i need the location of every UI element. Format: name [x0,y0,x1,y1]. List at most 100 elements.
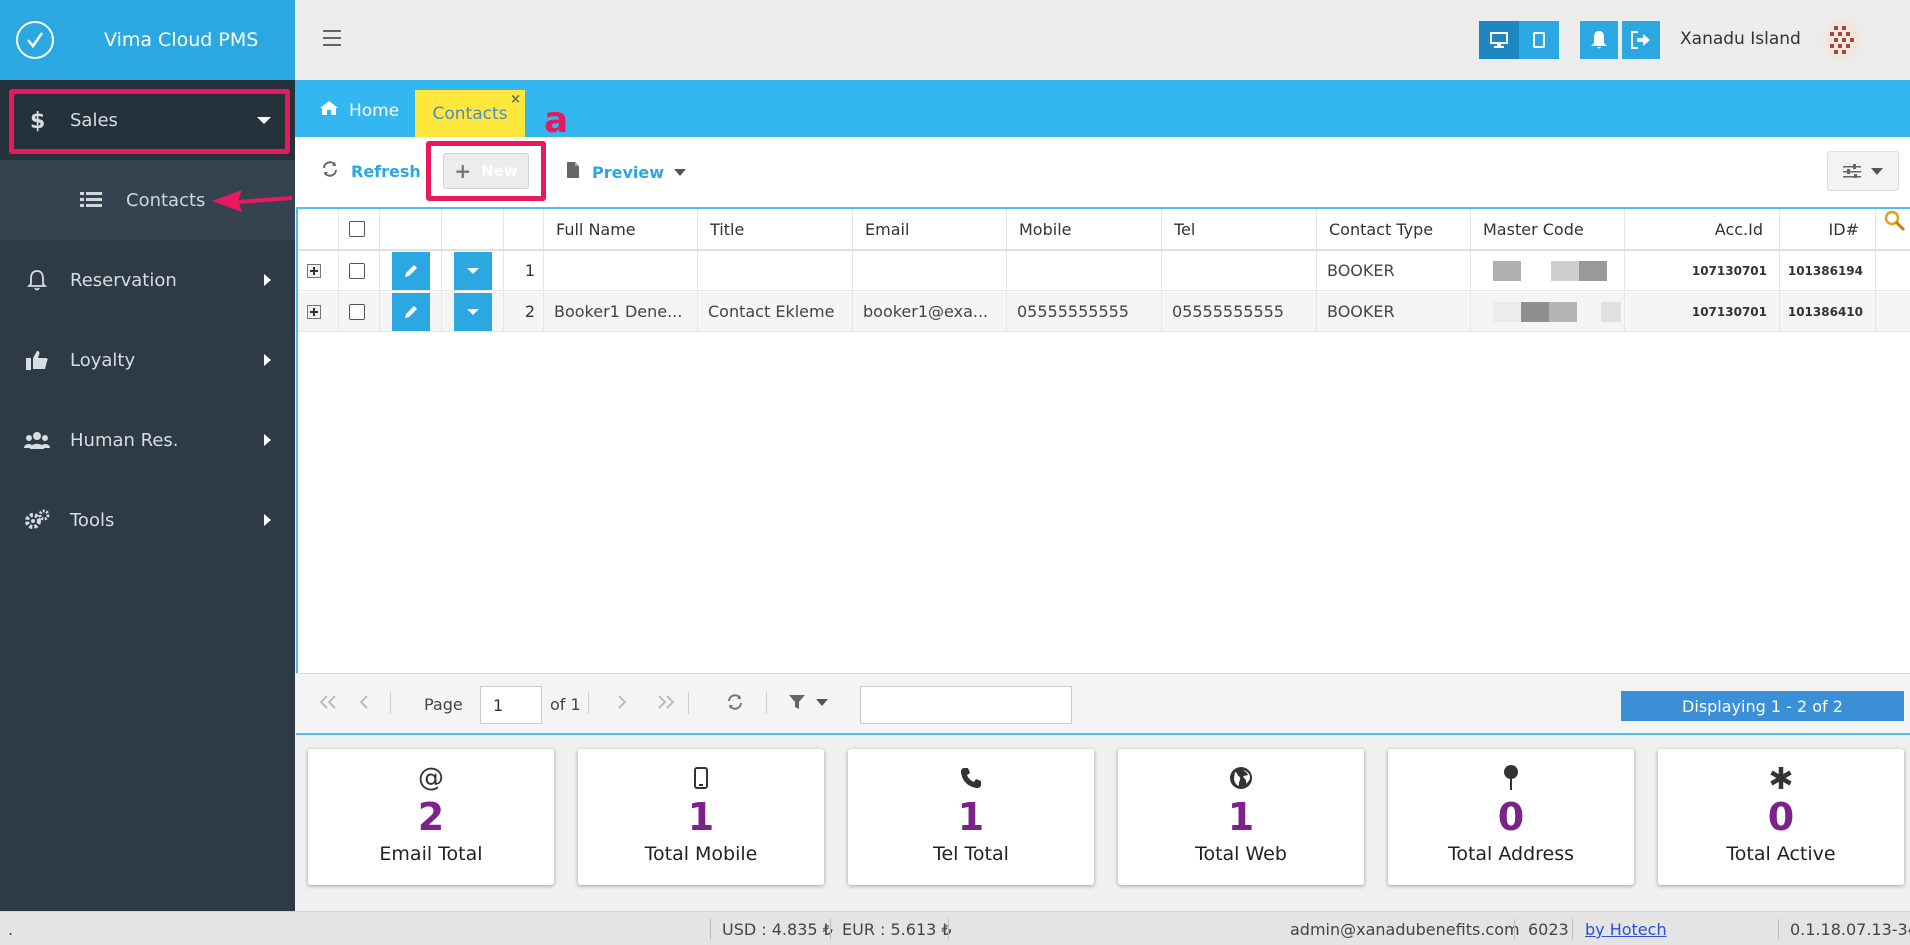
tab-home-label: Home [349,100,400,121]
header-email[interactable]: Email [853,209,1007,249]
cell-tel [1162,251,1317,290]
file-icon [566,161,580,183]
bell-icon [22,269,52,291]
header-row-number [504,209,544,249]
refresh-label: Refresh [351,161,421,181]
caret-down-icon [467,267,479,274]
cell-mobile [1007,251,1162,290]
sidebar-item-label: Reservation [70,269,177,291]
stat-card-web: 1 Total Web [1118,749,1364,885]
cell-contact-type: BOOKER [1317,292,1471,331]
edit-button[interactable] [392,292,430,331]
stat-card-address: 0 Total Address [1388,749,1634,885]
annotation-arrow [212,190,293,212]
header-full-name[interactable]: Full Name [544,209,698,249]
pager-filter-input[interactable] [860,686,1072,724]
refresh-icon[interactable] [726,694,744,715]
row-actions-dropdown[interactable] [454,292,492,331]
table-row[interactable]: 1 BOOKER 107130701 101386194 [298,251,1910,291]
pin-icon [1503,763,1519,793]
stat-value: 0 [1497,795,1525,839]
cell-master-code [1471,292,1625,331]
close-icon[interactable]: × [510,92,521,107]
header-contact-type[interactable]: Contact Type [1317,209,1471,249]
row-checkbox[interactable] [349,303,365,320]
table-row[interactable]: 2 Booker1 Dene... Contact Ekleme booker1… [298,292,1910,332]
caret-down-icon [257,116,271,124]
last-page-icon[interactable] [656,694,676,715]
new-button[interactable]: + New [443,153,529,189]
home-icon [319,100,339,121]
notifications-button[interactable] [1580,21,1618,59]
check-circle-icon [16,21,54,59]
mobile-view-button[interactable] [1519,21,1559,59]
caret-right-icon [264,274,271,286]
tab-contacts[interactable]: Contacts × [415,90,525,137]
filter-icon [789,695,805,709]
sidebar-item-reservation[interactable]: Reservation [0,240,295,320]
tab-home[interactable]: Home [319,100,399,121]
phone-icon [960,763,982,793]
settings-dropdown[interactable] [1827,151,1899,191]
thumbs-up-icon [22,350,52,370]
expand-icon[interactable] [307,304,321,319]
refresh-button[interactable]: Refresh [321,161,421,181]
select-all-checkbox[interactable] [349,221,365,237]
topbar: Xanadu Island [295,0,1910,80]
header-select-all[interactable] [339,209,380,249]
stat-label: Total Mobile [644,843,758,865]
list-icon [76,191,106,209]
page-number-input[interactable] [480,686,542,724]
row-actions-dropdown[interactable] [454,251,492,290]
expand-icon[interactable] [307,263,321,278]
header-title[interactable]: Title [698,209,853,249]
sliders-icon [1843,164,1861,178]
usd-rate: USD : 4.835 ₺ [722,920,833,939]
row-checkbox[interactable] [349,262,365,279]
redacted-master-code [1493,260,1607,281]
logout-button[interactable] [1622,21,1660,59]
header-master-code[interactable]: Master Code [1471,209,1625,249]
brand-bar: Vima Cloud PMS [0,0,295,80]
redacted-master-code [1493,301,1621,322]
header-tel[interactable]: Tel [1162,209,1317,249]
globe-icon [1229,763,1253,793]
previous-page-icon[interactable] [358,694,370,715]
header-search[interactable] [1876,209,1910,249]
sidebar-item-human-res[interactable]: Human Res. [0,400,295,480]
cell-full-name: Booker1 Dene... [544,292,698,331]
plus-icon: + [454,159,472,183]
header-mobile[interactable]: Mobile [1007,209,1162,249]
preview-label: Preview [592,162,665,182]
sidebar-item-label: Sales [70,109,118,131]
preview-button[interactable]: Preview [566,161,687,183]
highlight-box-new: + New [426,141,546,201]
pencil-icon [405,264,417,277]
sidebar-item-tools[interactable]: Tools [0,480,295,560]
hotech-link[interactable]: by Hotech [1585,920,1667,939]
svg-text:$: $ [30,109,45,132]
next-page-icon[interactable] [616,694,628,715]
hamburger-icon[interactable] [323,30,341,46]
view-toggle [1479,21,1559,59]
logout-icon [1631,31,1650,49]
search-icon [1884,210,1906,232]
stat-value: 1 [1227,795,1255,839]
first-page-icon[interactable] [318,694,338,715]
user-email: admin@xanadubenefits.com [1290,920,1520,939]
stat-label: Total Web [1195,843,1287,865]
caret-down-icon [674,168,687,176]
sidebar-item-loyalty[interactable]: Loyalty [0,320,295,400]
header-acc-id[interactable]: Acc.Id [1625,209,1780,249]
sidebar-item-label: Loyalty [70,349,136,371]
caret-down-icon [1871,167,1883,175]
caret-right-icon [264,354,271,366]
filter-dropdown[interactable] [788,694,828,710]
header-id[interactable]: ID# [1780,209,1876,249]
desktop-view-button[interactable] [1479,21,1519,59]
edit-button[interactable] [392,251,430,290]
pencil-icon [405,305,417,318]
avatar[interactable] [1822,20,1862,60]
sidebar-item-sales[interactable]: $ Sales [0,80,295,160]
cell-email: booker1@exa... [853,292,1007,331]
